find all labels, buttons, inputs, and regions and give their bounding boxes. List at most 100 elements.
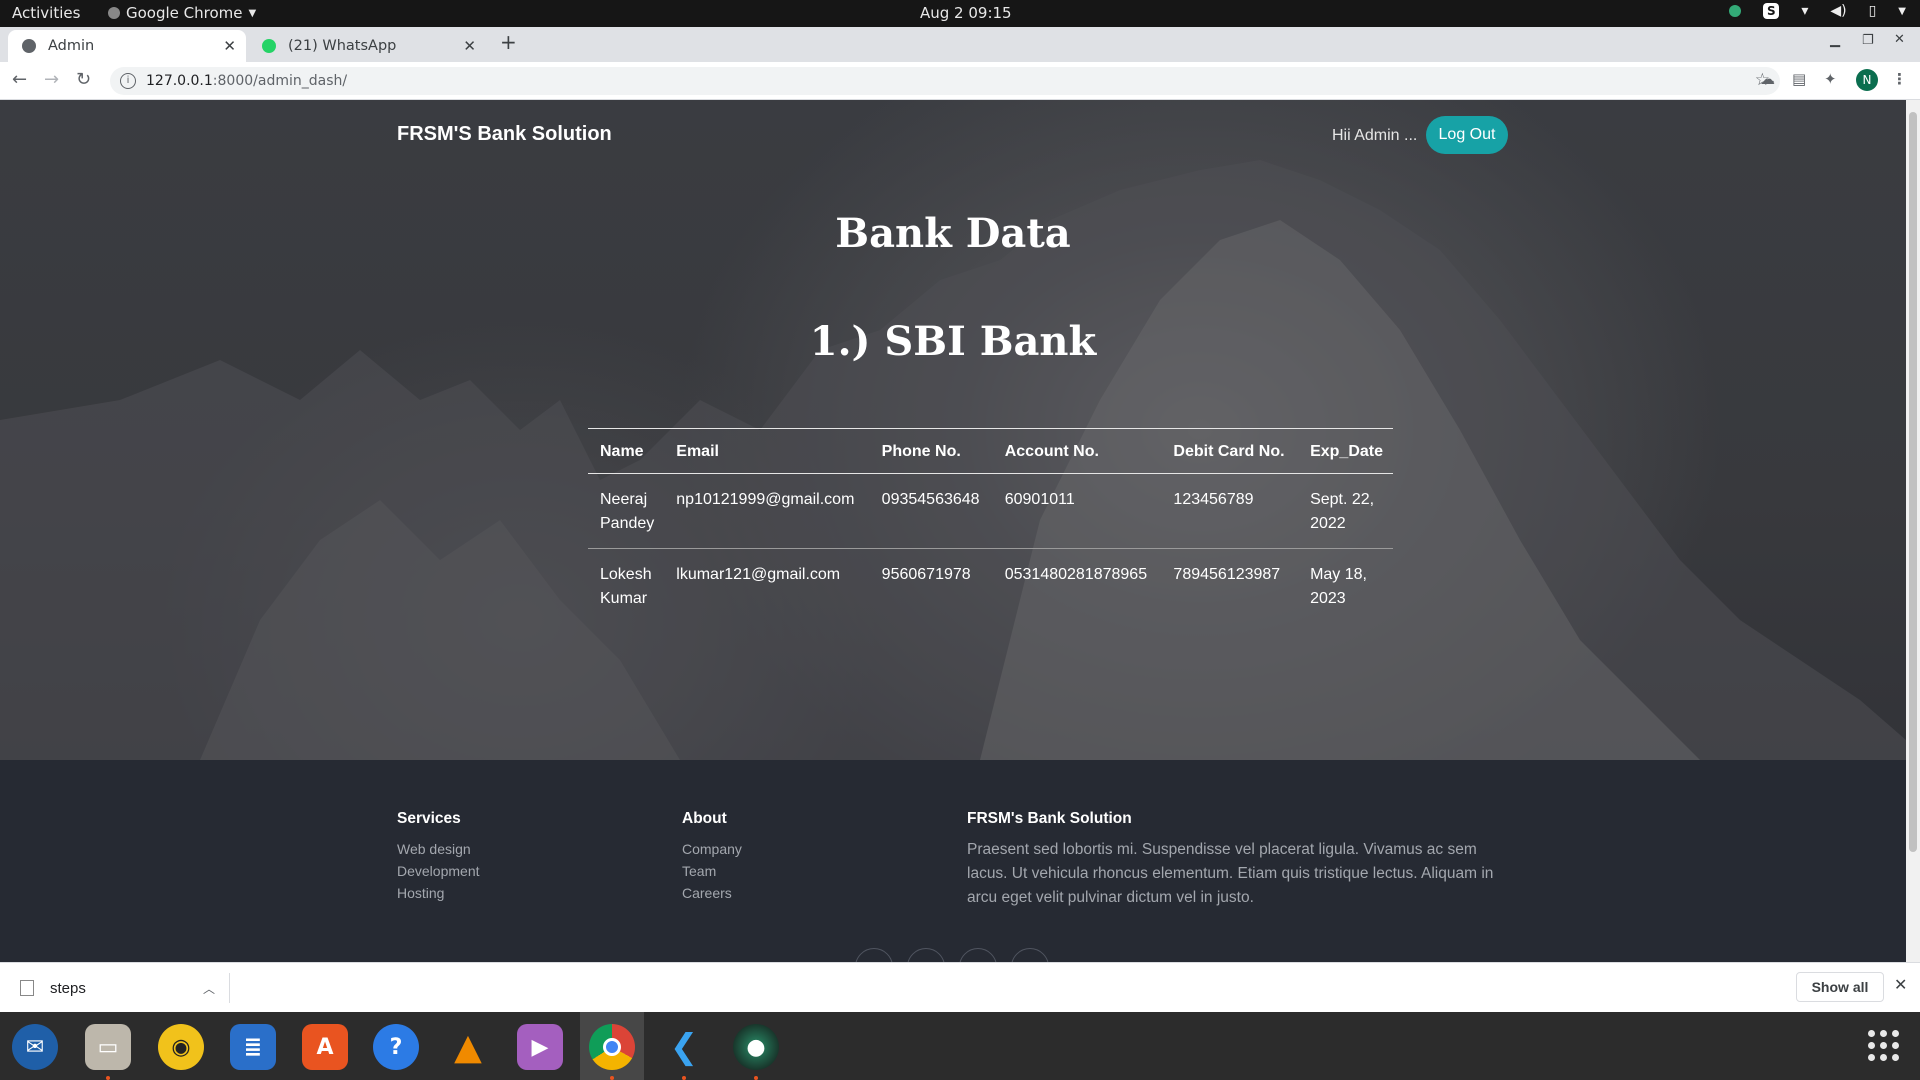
close-icon[interactable]: ✕ — [223, 37, 236, 55]
footer-heading: FRSM's Bank Solution — [967, 810, 1132, 827]
restore-icon[interactable]: ❐ — [1862, 33, 1874, 48]
camera-app-icon[interactable]: ● — [733, 1024, 779, 1070]
window-close-icon[interactable]: ✕ — [1894, 32, 1905, 47]
minimize-icon[interactable]: ▁ — [1830, 33, 1840, 48]
table-row: Neeraj Pandey np10121999@gmail.com 09354… — [588, 474, 1393, 549]
brand-logo[interactable]: FRSM'S Bank Solution — [397, 123, 612, 146]
reload-icon[interactable]: ↻ — [76, 69, 91, 90]
toolbar: ← → ↻ i 127.0.0.1:8000/admin_dash/ ☆ ☁ ▤… — [0, 62, 1920, 100]
tab-whatsapp[interactable]: (21) WhatsApp ✕ — [248, 30, 486, 62]
extensions-puzzle-icon[interactable]: ✦ — [1824, 70, 1837, 88]
activities-button[interactable]: Activities — [12, 4, 80, 22]
skype-icon: S — [1763, 3, 1780, 19]
running-indicator — [610, 1076, 614, 1080]
back-icon[interactable]: ← — [12, 69, 27, 90]
cell-exp-date: May 18, 2023 — [1310, 566, 1367, 607]
download-shelf: steps ︿ Show all ✕ — [0, 962, 1920, 1012]
social-link-icon[interactable] — [907, 948, 945, 962]
footer-heading: About — [682, 810, 727, 827]
vlc-icon[interactable]: ▲ — [445, 1024, 491, 1070]
chrome-icon[interactable] — [589, 1024, 635, 1070]
cell-name: Lokesh Kumar — [600, 566, 652, 607]
footer-link-development[interactable]: Development — [397, 860, 480, 882]
forward-icon[interactable]: → — [44, 69, 59, 90]
footer-link-web-design[interactable]: Web design — [397, 838, 480, 860]
vscode-icon[interactable]: ❮ — [661, 1024, 707, 1070]
logout-button[interactable]: Log Out — [1426, 116, 1508, 154]
tab-strip: Admin ✕ (21) WhatsApp ✕ + ▁ ❐ ✕ — [0, 27, 1920, 62]
page-footer: Services Web design Development Hosting … — [0, 760, 1906, 962]
chevron-up-icon[interactable]: ︿ — [203, 980, 215, 997]
footer-link-hosting[interactable]: Hosting — [397, 882, 480, 904]
tab-label: (21) WhatsApp — [288, 38, 397, 54]
footer-link-company[interactable]: Company — [682, 838, 742, 860]
running-indicator — [682, 1076, 686, 1080]
footer-link-team[interactable]: Team — [682, 860, 742, 882]
column-header-phone: Phone No. — [881, 443, 961, 460]
file-icon — [20, 980, 34, 996]
running-indicator — [754, 1076, 758, 1080]
footer-about: About Company Team Careers — [682, 810, 742, 904]
profile-avatar[interactable]: N — [1856, 69, 1878, 91]
tab-admin[interactable]: Admin ✕ — [8, 30, 246, 62]
download-file-name: steps — [50, 979, 86, 997]
files-icon[interactable]: ▭ — [85, 1024, 131, 1070]
writer-icon[interactable]: ≣ — [230, 1024, 276, 1070]
extension-cloud-icon[interactable]: ☁ — [1760, 70, 1775, 88]
thunderbird-icon[interactable]: ✉ — [12, 1024, 58, 1070]
system-tray[interactable]: S ▾ ◀) ▯ ▼ — [1729, 3, 1906, 19]
new-tab-button[interactable]: + — [500, 30, 517, 54]
page-viewport: FRSM'S Bank Solution Hii Admin ... Log O… — [0, 100, 1906, 962]
column-header-debit-card: Debit Card No. — [1173, 443, 1285, 460]
extension-translate-icon[interactable]: ▤ — [1792, 70, 1806, 88]
globe-icon — [22, 39, 36, 53]
scrollbar-thumb[interactable] — [1909, 112, 1917, 852]
address-bar[interactable]: i 127.0.0.1:8000/admin_dash/ ☆ — [110, 67, 1780, 95]
show-applications-icon[interactable] — [1868, 1030, 1900, 1062]
close-icon[interactable]: ✕ — [463, 37, 476, 55]
cell-debit-card: 789456123987 — [1173, 566, 1281, 583]
software-center-icon[interactable]: A — [302, 1024, 348, 1070]
download-item[interactable]: steps ︿ — [12, 973, 230, 1003]
rhythmbox-icon[interactable]: ◉ — [158, 1024, 204, 1070]
social-link-icon[interactable] — [1011, 948, 1049, 962]
wifi-icon: ▾ — [1801, 3, 1809, 19]
clock[interactable]: Aug 2 09:15 — [920, 4, 1012, 22]
battery-icon: ▯ — [1868, 3, 1877, 19]
cell-phone: 09354563648 — [881, 491, 980, 508]
chrome-icon — [108, 7, 120, 19]
footer-link-careers[interactable]: Careers — [682, 882, 742, 904]
caret-down-icon: ▼ — [1898, 5, 1906, 17]
table-row: Lokesh Kumar lkumar121@gmail.com 9560671… — [588, 549, 1393, 624]
cell-name: Neeraj Pandey — [600, 491, 655, 532]
running-indicator — [106, 1076, 110, 1080]
greeting-text: Hii Admin ... — [1332, 127, 1418, 144]
app-menu[interactable]: Google Chrome ▼ — [108, 4, 256, 22]
dock — [0, 1012, 1920, 1080]
social-link-icon[interactable] — [959, 948, 997, 962]
info-icon[interactable]: i — [120, 73, 136, 89]
video-player-icon[interactable]: ▶ — [517, 1024, 563, 1070]
cell-debit-card: 123456789 — [1173, 491, 1254, 508]
section-title: 1.) SBI Bank — [809, 318, 1097, 365]
show-all-button[interactable]: Show all — [1796, 972, 1884, 1002]
cell-email: np10121999@gmail.com — [676, 491, 855, 508]
page-scrollbar[interactable] — [1906, 100, 1920, 962]
menu-kebab-icon[interactable]: ⋮ — [1892, 70, 1907, 88]
volume-icon: ◀) — [1830, 3, 1847, 19]
system-top-bar: Activities Google Chrome ▼ Aug 2 09:15 S… — [0, 0, 1920, 27]
footer-heading: Services — [397, 810, 461, 827]
footer-company: FRSM's Bank Solution Praesent sed lobort… — [967, 810, 1507, 910]
help-icon[interactable]: ? — [373, 1024, 419, 1070]
bank-data-table: Name Email Phone No. Account No. Debit C… — [588, 428, 1393, 623]
url-path: :8000/admin_dash/ — [212, 73, 348, 89]
column-header-name: Name — [600, 443, 644, 460]
column-header-email: Email — [676, 443, 719, 460]
page-title: Bank Data — [835, 210, 1071, 257]
tab-label: Admin — [48, 38, 95, 54]
cell-account: 60901011 — [1004, 491, 1075, 508]
cell-exp-date: Sept. 22, 2022 — [1310, 491, 1375, 532]
social-link-icon[interactable] — [855, 948, 893, 962]
footer-description: Praesent sed lobortis mi. Suspendisse ve… — [967, 841, 1494, 906]
close-icon[interactable]: ✕ — [1894, 975, 1907, 995]
